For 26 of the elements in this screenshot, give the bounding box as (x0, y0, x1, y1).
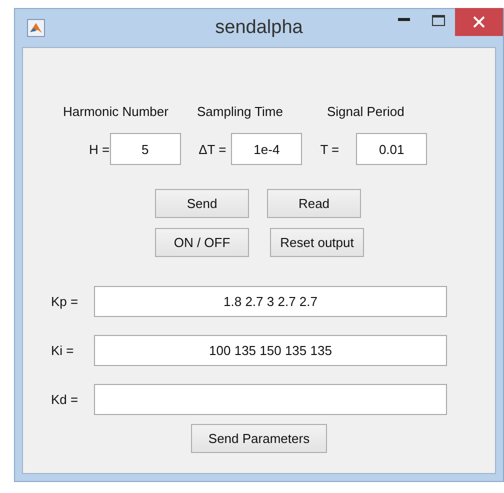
close-button[interactable] (455, 8, 503, 36)
gain-label: Kd = (51, 392, 80, 407)
maximize-icon (432, 14, 444, 26)
input-field[interactable]: 5 (110, 133, 181, 165)
input-field[interactable]: 100 135 150 135 135 (94, 335, 447, 366)
parameter-heading: Harmonic Number (63, 104, 170, 119)
input-field[interactable]: 0.01 (356, 133, 428, 165)
input-field[interactable]: 1.8 2.7 3 2.7 2.7 (94, 286, 447, 317)
parameter-heading: Signal Period (327, 104, 406, 119)
field-label: T = (320, 142, 340, 156)
action-button[interactable]: Send (155, 189, 249, 218)
window-title: sendalpha (215, 17, 303, 39)
minimize-icon (398, 18, 410, 22)
app-icon (27, 19, 45, 37)
action-button[interactable]: ON / OFF (155, 228, 249, 257)
field-label: ΔT = (198, 142, 226, 156)
field-label: H = (89, 142, 110, 156)
action-button[interactable]: Reset output (270, 228, 364, 257)
input-field[interactable]: 1e-4 (231, 133, 302, 165)
close-icon (473, 16, 485, 28)
parameter-heading: Sampling Time (197, 104, 284, 119)
send-parameters-button[interactable]: Send Parameters (191, 424, 327, 453)
input-field[interactable] (94, 384, 447, 415)
gain-label: Ki = (51, 343, 75, 358)
gain-label: Kp = (51, 294, 80, 309)
action-button[interactable]: Read (267, 189, 361, 218)
